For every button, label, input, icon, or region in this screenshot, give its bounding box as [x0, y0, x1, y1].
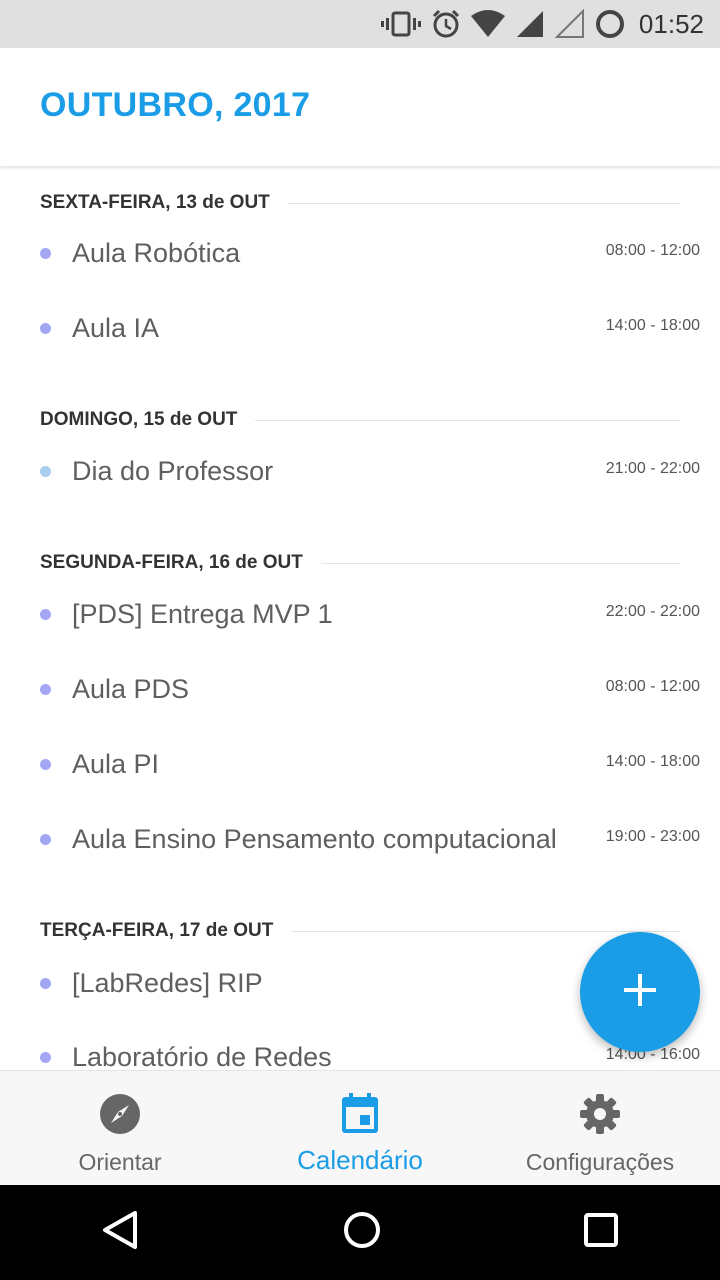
nav-item-calendario[interactable]: Calendário — [240, 1071, 480, 1185]
day-label: DOMINGO, 15 de OUT — [40, 409, 238, 430]
event-title: Aula Robótica — [72, 238, 241, 268]
signal-icon — [515, 9, 545, 39]
home-icon[interactable] — [342, 1210, 382, 1255]
nav-item-configuracoes[interactable]: Configurações — [480, 1071, 720, 1185]
add-event-button[interactable] — [580, 932, 700, 1052]
event-color-dot — [40, 466, 51, 477]
event-title: Dia do Professor — [72, 456, 274, 486]
day-label: TERÇA-FEIRA, 17 de OUT — [40, 920, 274, 941]
event-list[interactable]: SEXTA-FEIRA, 13 de OUT Aula Robótica 08:… — [0, 166, 720, 1070]
wifi-icon — [470, 10, 505, 38]
gear-icon — [577, 1091, 623, 1137]
event-time: 19:00 - 23:00 — [605, 828, 700, 845]
event-time: 22:00 - 22:00 — [605, 603, 700, 620]
status-time: 01:52 — [638, 8, 704, 39]
event-color-dot — [40, 978, 51, 989]
system-nav-bar — [0, 1184, 720, 1280]
event-title: [PDS] Entrega MVP 1 — [72, 599, 333, 629]
page-title: OUTUBRO, 2017 — [40, 86, 311, 124]
signal-empty-icon — [554, 9, 585, 39]
day-label: SEXTA-FEIRA, 13 de OUT — [40, 192, 270, 213]
event-time: 14:00 - 18:00 — [605, 317, 700, 334]
event-time: 08:00 - 12:00 — [605, 678, 700, 695]
day-header: DOMINGO, 15 de OUT — [40, 405, 680, 435]
list-item[interactable]: Aula PI 14:00 - 18:00 — [0, 735, 720, 795]
event-title: Laboratório de Redes — [72, 1042, 332, 1070]
list-item[interactable]: [PDS] Entrega MVP 1 22:00 - 22:00 — [0, 585, 720, 645]
list-item[interactable]: Aula Robótica 08:00 - 12:00 — [0, 224, 720, 284]
list-item[interactable]: Aula IA 14:00 - 18:00 — [0, 299, 720, 359]
status-bar: 01:52 — [0, 0, 720, 48]
nav-label: Calendário — [297, 1145, 423, 1175]
event-color-dot — [40, 684, 51, 695]
event-time: 21:00 - 22:00 — [605, 460, 700, 477]
divider — [320, 562, 680, 564]
nav-label: Configurações — [525, 1149, 675, 1175]
event-color-dot — [40, 1052, 51, 1063]
event-title: [LabRedes] RIP — [72, 968, 263, 998]
event-color-dot — [40, 834, 51, 845]
vibrate-icon — [380, 10, 421, 38]
back-icon[interactable] — [101, 1210, 141, 1255]
event-title: Aula PDS — [72, 674, 190, 704]
recents-icon[interactable] — [583, 1212, 619, 1253]
day-header: SEXTA-FEIRA, 13 de OUT — [40, 188, 680, 218]
day-header: TERÇA-FEIRA, 17 de OUT — [40, 916, 680, 946]
day-label: SEGUNDA-FEIRA, 16 de OUT — [40, 552, 303, 573]
list-item[interactable]: Aula PDS 08:00 - 12:00 — [0, 660, 720, 720]
nav-item-orientar[interactable]: Orientar — [0, 1071, 240, 1185]
list-item[interactable]: Dia do Professor 21:00 - 22:00 — [0, 442, 720, 502]
event-title: Aula IA — [72, 313, 160, 343]
app-bar: OUTUBRO, 2017 — [0, 48, 720, 166]
calendar-icon — [337, 1091, 383, 1137]
plus-icon — [622, 972, 658, 1013]
divider — [255, 419, 680, 421]
compass-icon — [97, 1091, 143, 1137]
nav-label: Orientar — [78, 1149, 162, 1175]
event-color-dot — [40, 609, 51, 620]
event-color-dot — [40, 759, 51, 770]
bottom-nav: Orientar Calendário Configurações — [0, 1070, 720, 1185]
list-item[interactable]: Aula Ensino Pensamento computacional 19:… — [0, 810, 720, 870]
divider — [287, 202, 680, 204]
event-time: 14:00 - 18:00 — [605, 753, 700, 770]
event-title: Aula PI — [72, 749, 160, 779]
divider — [291, 930, 680, 932]
event-time: 08:00 - 12:00 — [605, 242, 700, 259]
alarm-icon — [431, 9, 461, 39]
sync-icon — [595, 9, 625, 39]
event-color-dot — [40, 248, 51, 259]
day-header: SEGUNDA-FEIRA, 16 de OUT — [40, 548, 680, 578]
event-title: Aula Ensino Pensamento computacional — [72, 824, 557, 854]
event-color-dot — [40, 323, 51, 334]
